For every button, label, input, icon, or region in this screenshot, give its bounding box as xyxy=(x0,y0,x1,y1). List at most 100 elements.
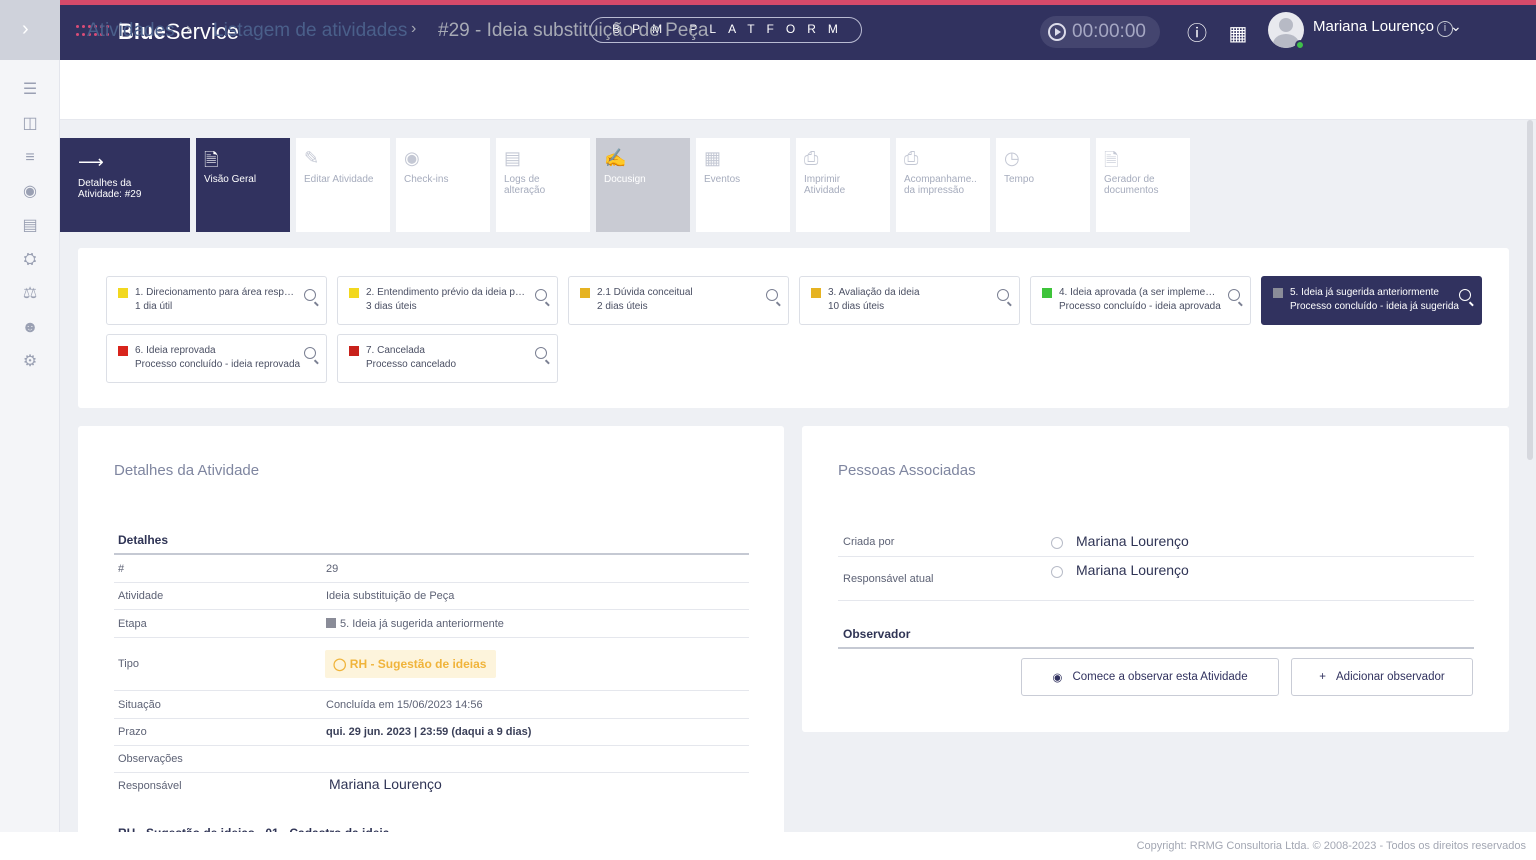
details-panel-title: Detalhes da Atividade xyxy=(114,462,260,479)
breadcrumb-item-listagem[interactable]: Listagem de atividades xyxy=(213,20,407,42)
divider xyxy=(114,637,749,638)
gear-icon[interactable]: ⚙ xyxy=(20,352,40,372)
row-value-deadline: qui. 29 jun. 2023 | 23:59 (daqui a 9 dia… xyxy=(326,726,532,738)
copyright-text: Copyright: RRMG Consultoria Ltda. © 2008… xyxy=(1136,840,1526,852)
tile-label: Detalhes da Atividade: #29 xyxy=(78,178,142,200)
stage-subtitle: 10 dias úteis xyxy=(828,301,885,312)
stage-color-swatch xyxy=(580,288,590,298)
stage-card[interactable]: 3. Avaliação da ideia 10 dias úteis xyxy=(799,276,1020,325)
menu-icon[interactable]: ☰ xyxy=(20,80,40,100)
log-icon: ▤ xyxy=(504,148,522,168)
zoom-icon[interactable] xyxy=(997,289,1009,301)
people-panel-title: Pessoas Associadas xyxy=(838,462,976,479)
divider xyxy=(838,556,1474,557)
org-chart-icon[interactable]: ⛭ xyxy=(20,250,40,270)
stage-title: 4. Ideia aprovada (a ser implement... xyxy=(1059,287,1219,298)
tile-activity-details[interactable]: ⟶ Detalhes da Atividade: #29 xyxy=(60,138,190,232)
map-pin-icon: ◉ xyxy=(404,148,420,168)
divider xyxy=(114,745,749,746)
left-rail: ☰ ◫ ≡ ◉ ▤ ⛭ ⚖ ☻ ⚙ xyxy=(0,60,60,832)
add-observer-button[interactable]: + Adicionar observador xyxy=(1291,658,1473,696)
list-icon[interactable]: ≡ xyxy=(20,148,40,168)
location-icon[interactable]: ◉ xyxy=(20,182,40,202)
tile-label: Imprimir Atividade xyxy=(804,174,846,196)
user-name[interactable]: Mariana Lourenço xyxy=(1313,18,1434,35)
document-generator-icon: 🗎 xyxy=(1104,150,1119,170)
tile-label: Logs de alteração xyxy=(504,174,546,196)
user-settings-icon[interactable]: ☻ xyxy=(20,318,40,338)
row-label-owner: Responsável xyxy=(118,780,182,792)
tile-print-tracking[interactable]: ⎙ Acompanhame.. da impressão xyxy=(896,138,990,232)
divider xyxy=(114,690,749,691)
id-card-icon[interactable]: ▤ xyxy=(20,216,40,236)
alert-message-icon[interactable]: ◫ xyxy=(20,114,40,134)
stage-card-active[interactable]: 5. Ideia já sugerida anteriormente Proce… xyxy=(1261,276,1482,325)
binoculars-icon: ◉ xyxy=(1052,672,1063,684)
calendar-icon[interactable]: ▦ xyxy=(1225,21,1251,47)
zoom-icon[interactable] xyxy=(766,289,778,301)
zoom-icon[interactable] xyxy=(1228,289,1240,301)
play-icon[interactable] xyxy=(1048,23,1066,41)
stage-card[interactable]: 4. Ideia aprovada (a ser implement... Pr… xyxy=(1030,276,1251,325)
stage-title: 5. Ideia já sugerida anteriormente xyxy=(1290,287,1439,298)
stage-title: 3. Avaliação da ideia xyxy=(828,287,920,298)
stage-subtitle: Processo cancelado xyxy=(366,359,457,370)
tile-change-logs[interactable]: ▤ Logs de alteração xyxy=(496,138,590,232)
stage-subtitle: 2 dias úteis xyxy=(597,301,648,312)
add-observer-label: Adicionar observador xyxy=(1336,671,1445,683)
stage-color-swatch xyxy=(811,288,821,298)
chevron-right-icon: › xyxy=(22,18,29,40)
stage-title: 6. Ideia reprovada xyxy=(135,345,216,356)
stage-card[interactable]: 6. Ideia reprovada Processo concluído - … xyxy=(106,334,327,383)
tile-docusign[interactable]: ✍ Docusign xyxy=(596,138,690,232)
tile-label: Visão Geral xyxy=(204,174,257,185)
divider xyxy=(838,600,1474,601)
divider xyxy=(114,553,749,555)
zoom-icon[interactable] xyxy=(304,347,316,359)
breadcrumb-current: #29 - Ideia substituição de Peça xyxy=(438,20,709,41)
row-label-notes: Observações xyxy=(118,753,183,765)
breadcrumb-item-atividades[interactable]: Atividades xyxy=(87,20,175,42)
tile-edit-activity[interactable]: ✎ Editar Atividade xyxy=(296,138,390,232)
zoom-icon[interactable] xyxy=(535,289,547,301)
sidebar-toggle[interactable]: › xyxy=(0,0,60,60)
stage-subtitle: 3 dias úteis xyxy=(366,301,417,312)
stage-title: 2.1 Dúvida conceitual xyxy=(597,287,693,298)
stage-card[interactable]: 2.1 Dúvida conceitual 2 dias úteis xyxy=(568,276,789,325)
pencil-icon: ✎ xyxy=(304,148,320,168)
tile-check-ins[interactable]: ◉ Check-ins xyxy=(396,138,490,232)
row-label-status: Situação xyxy=(118,699,161,711)
tile-events[interactable]: ▦ Eventos xyxy=(696,138,790,232)
row-value-status: Concluída em 15/06/2023 14:56 xyxy=(326,699,483,711)
stage-card[interactable]: 1. Direcionamento para área respo... 1 d… xyxy=(106,276,327,325)
zoom-icon[interactable] xyxy=(304,289,316,301)
stage-card[interactable]: 7. Cancelada Processo cancelado xyxy=(337,334,558,383)
stage-value-text: 5. Ideia já sugerida anteriormente xyxy=(340,618,504,630)
user-icon xyxy=(1051,537,1063,549)
row-label-activity: Atividade xyxy=(118,590,164,602)
help-icon[interactable]: ⓘ xyxy=(1184,21,1210,47)
printer-icon: ⎙ xyxy=(804,148,819,168)
scale-icon[interactable]: ⚖ xyxy=(20,284,40,304)
calendar-grid-icon: ▦ xyxy=(704,148,722,168)
tile-document-generator[interactable]: 🗎 Gerador de documentos xyxy=(1096,138,1190,232)
zoom-icon[interactable] xyxy=(1459,289,1471,301)
activity-timer[interactable]: 00:00:00 xyxy=(1040,16,1160,48)
divider xyxy=(114,582,749,583)
watch-activity-button[interactable]: ◉ Comece a observar esta Atividade xyxy=(1021,658,1279,696)
stage-card[interactable]: 2. Entendimento prévio da ideia pe... 3 … xyxy=(337,276,558,325)
stage-color-swatch xyxy=(349,288,359,298)
stage-color-swatch xyxy=(1273,288,1283,298)
tile-time[interactable]: ◷ Tempo xyxy=(996,138,1090,232)
scrollbar[interactable] xyxy=(1527,120,1533,460)
tile-overview[interactable]: 🗎 Visão Geral xyxy=(196,138,290,232)
timer-value: 00:00:00 xyxy=(1072,21,1146,42)
tile-print-activity[interactable]: ⎙ Imprimir Atividade xyxy=(796,138,890,232)
row-label-deadline: Prazo xyxy=(118,726,147,738)
online-status-indicator xyxy=(1295,40,1305,50)
tile-label: Acompanhame.. da impressão xyxy=(904,174,977,196)
stage-color-swatch xyxy=(118,288,128,298)
observer-section-heading: Observador xyxy=(843,627,911,641)
info-icon[interactable]: i xyxy=(1437,21,1453,37)
zoom-icon[interactable] xyxy=(535,347,547,359)
